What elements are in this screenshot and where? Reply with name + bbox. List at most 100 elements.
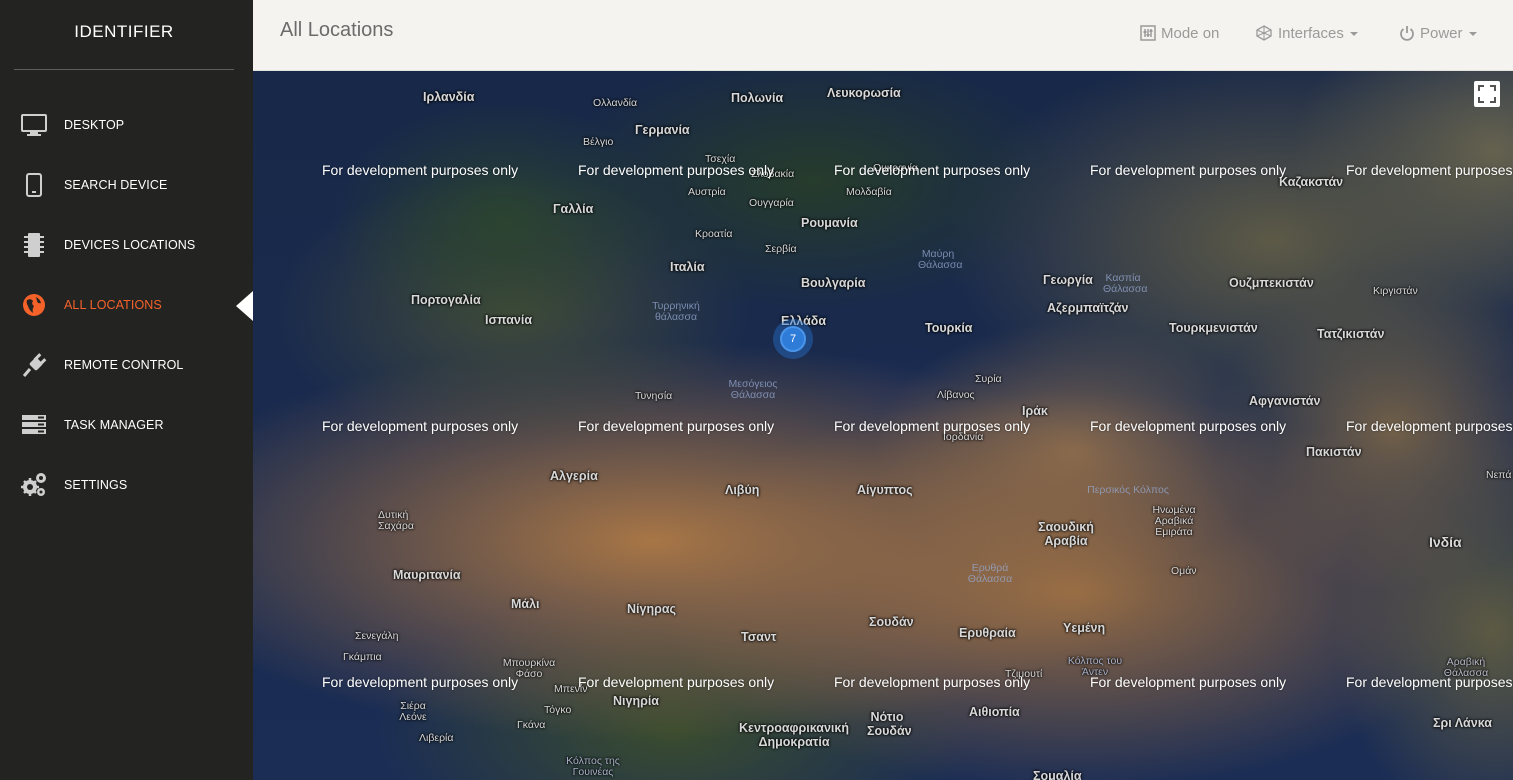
brand-divider [14,69,234,70]
map-place-label: Πορτογαλία [411,293,481,307]
map-place-label: Τόγκο [544,704,572,716]
caret-down-icon [1468,32,1477,36]
map-place-label: Σρι Λάνκα [1433,716,1492,730]
map-view[interactable]: Μαύρη Θάλασσα Κασπία Θάλασσα Τυρρηνική θ… [253,71,1513,780]
fullscreen-icon [1478,85,1496,103]
sidebar-item-label: SETTINGS [64,478,128,492]
brand-title[interactable]: IDENTIFIER [0,22,248,42]
power-icon [1400,26,1414,41]
watermark: For development purposes only [1090,674,1287,690]
gears-icon [20,471,48,499]
sidebar-item-devices-locations[interactable]: DEVICES LOCATIONS [0,215,253,275]
map-place-label: Τατζικιστάν [1317,327,1385,341]
sea-label: Μαύρη Θάλασσα [918,248,963,271]
map-place-label: Ολλανδία [593,97,638,109]
interfaces-label: Interfaces [1278,24,1344,42]
map-place-label: Γεωργία [1043,273,1093,287]
map-place-label: Δυτική Σαχάρα [378,509,414,532]
map-place-label: Νεπά [1486,469,1512,481]
map-place-label: Ουγγαρία [749,197,794,209]
map-place-label: Ιρλανδία [423,90,475,104]
mode-on-button[interactable]: Mode on [1140,22,1219,44]
map-place-label: Υεμένη [1063,621,1106,635]
map-place-label: Κροατία [695,228,733,240]
top-navbar: All Locations Mode on Interfaces Power [253,0,1513,71]
sidebar-item-all-locations[interactable]: ALL LOCATIONS [0,275,253,335]
map-place-label: Κόλπος της Γουινέας [566,755,620,778]
watermark: For development purposes only [1090,162,1287,178]
watermark: For development purposes only [834,162,1031,178]
map-place-label: Ουζμπεκιστάν [1229,276,1314,290]
map-place-label: Γκάνα [517,719,546,731]
map-place-label: Συρία [975,373,1002,385]
watermark: For development purposes only [578,674,775,690]
watermark: For development purposes only [322,418,519,434]
watermark: For development purposes only [578,162,775,178]
watermark: For development purposes only [834,674,1031,690]
sidebar-item-label: SEARCH DEVICE [64,178,168,192]
power-dropdown[interactable]: Power [1399,22,1477,44]
server-icon [20,411,48,439]
mode-icon [1140,25,1156,41]
watermark: For development purposes only [1346,162,1513,178]
map-place-label: Γκάμπια [343,651,382,663]
page-title: All Locations [280,19,394,41]
globe-icon [20,291,48,319]
map-place-label: Βέλγιο [583,136,614,148]
sidebar-item-settings[interactable]: SETTINGS [0,455,253,515]
mode-label: Mode on [1161,24,1220,42]
monitor-icon [20,111,48,139]
map-place-label: Γαλλία [553,202,594,216]
map-place-label: Σομαλία [1033,769,1082,780]
map-place-label: Ιταλία [670,260,705,274]
watermark: For development purposes only [322,162,519,178]
sidebar-item-search-device[interactable]: SEARCH DEVICE [0,155,253,215]
map-place-label: Γερμανία [635,123,690,137]
map-place-label: Ρουμανία [801,216,858,230]
map-place-label: Αίγυπτος [857,483,913,497]
fullscreen-button[interactable] [1474,81,1500,107]
sidebar-item-label: DEVICES LOCATIONS [64,238,196,252]
sea-label: Τυρρηνική θάλασσα [652,300,700,323]
map-place-label: Μαυριτανία [393,568,461,582]
map-place-label: Ιράκ [1022,404,1048,418]
watermark: For development purposes only [578,418,775,434]
location-cluster-marker[interactable]: 7 [773,319,813,359]
sea-label: Περσικός Κόλπος [1087,484,1169,496]
map-place-label: Ινδία [1429,534,1462,550]
sidebar-item-label: DESKTOP [64,118,125,132]
map-place-label: Αιθιοπία [969,705,1020,719]
map-place-label: Ερυθραία [959,626,1016,640]
watermark: For development purposes only [1346,418,1513,434]
map-place-label: Σενεγάλη [355,630,399,642]
caret-down-icon [1349,32,1358,36]
map-place-label: Ομάν [1171,565,1197,577]
map-place-label: Κεντροαφρικανική Δημοκρατία [739,721,849,749]
map-place-label: Τσαντ [741,630,777,644]
sidebar-item-remote-control[interactable]: REMOTE CONTROL [0,335,253,395]
map-place-label: Τουρκία [925,321,973,335]
sidebar-item-task-manager[interactable]: TASK MANAGER [0,395,253,455]
map-place-label: Ισπανία [485,313,533,327]
sidebar-item-label: ALL LOCATIONS [64,298,162,312]
map-place-label: Σουδάν [869,615,914,629]
map-place-label: Νίγηρας [627,602,677,616]
watermark: For development purposes only [322,674,519,690]
watermark: For development purposes only [1090,418,1287,434]
map-place-label: Πακιστάν [1306,445,1362,459]
map-place-label: Νιγηρία [613,694,659,708]
map-place-label: Πολωνία [731,91,784,105]
map-place-label: Κιργιστάν [1373,285,1418,297]
map-place-label: Βουλγαρία [801,276,866,290]
sea-label: Ερυθρά Θάλασσα [967,562,1013,585]
sidebar-item-label: REMOTE CONTROL [64,358,184,372]
map-place-label: Τουρκμενιστάν [1169,321,1258,335]
tablet-icon [20,171,48,199]
power-label: Power [1420,24,1463,42]
map-place-label: Τυνησία [635,390,673,402]
sidebar-item-label: TASK MANAGER [64,418,164,432]
sidebar-item-desktop[interactable]: DESKTOP [0,95,253,155]
interfaces-dropdown[interactable]: Interfaces [1255,22,1358,44]
map-place-label: Μολδαβία [846,186,892,198]
watermark: For development purposes only [834,418,1031,434]
